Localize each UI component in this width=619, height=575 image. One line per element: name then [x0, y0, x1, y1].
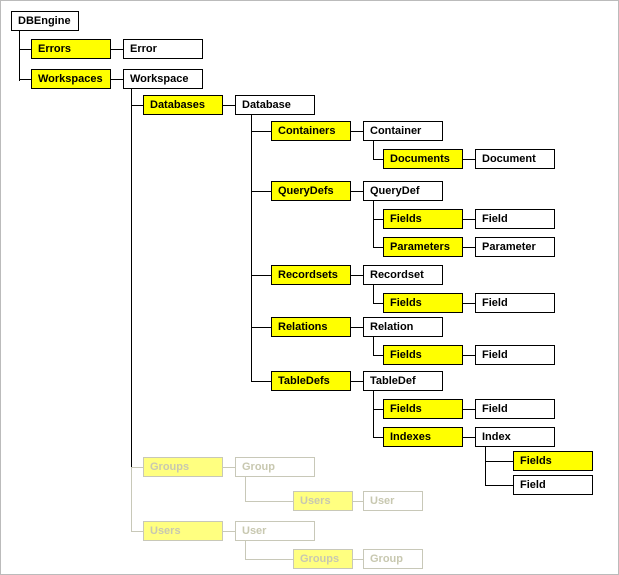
- node-group-users-collection: Users: [293, 491, 353, 511]
- node-errors-collection: Errors: [31, 39, 111, 59]
- node-dbengine: DBEngine: [11, 11, 79, 31]
- node-error: Error: [123, 39, 203, 59]
- node-workspaces-collection: Workspaces: [31, 69, 111, 89]
- node-parameters-collection: Parameters: [383, 237, 463, 257]
- node-groups-collection: Groups: [143, 457, 223, 477]
- node-parameter: Parameter: [475, 237, 555, 257]
- node-relations-collection: Relations: [271, 317, 351, 337]
- node-tabledef-fields-collection: Fields: [383, 399, 463, 419]
- node-index-fields-collection: Fields: [513, 451, 593, 471]
- node-relation-fields-collection: Fields: [383, 345, 463, 365]
- node-tabledef-field: Field: [475, 399, 555, 419]
- node-databases-collection: Databases: [143, 95, 223, 115]
- node-indexes-collection: Indexes: [383, 427, 463, 447]
- node-group: Group: [235, 457, 315, 477]
- node-workspace: Workspace: [123, 69, 203, 89]
- node-container: Container: [363, 121, 443, 141]
- node-users-collection: Users: [143, 521, 223, 541]
- node-group-user: User: [363, 491, 423, 511]
- node-database: Database: [235, 95, 315, 115]
- node-recordsets-collection: Recordsets: [271, 265, 351, 285]
- node-recordset-field: Field: [475, 293, 555, 313]
- node-index: Index: [475, 427, 555, 447]
- node-user-groups-collection: Groups: [293, 549, 353, 569]
- node-documents-collection: Documents: [383, 149, 463, 169]
- dao-object-model-diagram: DBEngine Errors Error Workspaces Workspa…: [0, 0, 619, 575]
- node-tabledefs-collection: TableDefs: [271, 371, 351, 391]
- node-user-group: Group: [363, 549, 423, 569]
- node-relation: Relation: [363, 317, 443, 337]
- node-containers-collection: Containers: [271, 121, 351, 141]
- node-index-field: Field: [513, 475, 593, 495]
- node-user: User: [235, 521, 315, 541]
- node-document: Document: [475, 149, 555, 169]
- node-relation-field: Field: [475, 345, 555, 365]
- node-recordset-fields-collection: Fields: [383, 293, 463, 313]
- node-querydef-fields-collection: Fields: [383, 209, 463, 229]
- node-querydefs-collection: QueryDefs: [271, 181, 351, 201]
- node-querydef: QueryDef: [363, 181, 443, 201]
- node-tabledef: TableDef: [363, 371, 443, 391]
- node-recordset: Recordset: [363, 265, 443, 285]
- node-querydef-field: Field: [475, 209, 555, 229]
